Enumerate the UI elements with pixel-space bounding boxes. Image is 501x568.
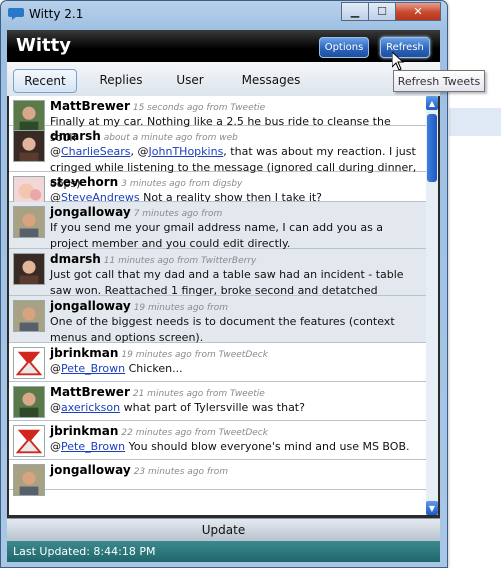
mouse-pointer-icon — [392, 52, 404, 71]
maximize-button[interactable]: ☐ — [368, 2, 395, 21]
mention-link[interactable]: CharlieSears — [61, 145, 131, 158]
tweet-username[interactable]: jongalloway — [50, 205, 131, 219]
scrollbar[interactable]: ▲ ▼ — [426, 96, 438, 515]
tweet-username[interactable]: dmarsh — [50, 129, 101, 143]
tweet-item[interactable]: jongalloway 7 minutes ago from If you send… — [9, 202, 426, 252]
tab-bar: Recent Replies User Messages — [7, 62, 440, 96]
tweet-username[interactable]: jbrinkman — [50, 346, 118, 360]
update-button[interactable]: Update — [7, 518, 440, 541]
avatar[interactable] — [13, 130, 45, 162]
avatar[interactable] — [13, 464, 45, 496]
tweet-item[interactable]: MattBrewer 21 minutes ago from Tweetie @ax… — [9, 382, 426, 421]
scroll-up-arrow-icon[interactable]: ▲ — [426, 96, 438, 110]
app-window: Witty 2.1 ▁ ☐ ✕ Witty Options Refresh Re… — [0, 0, 448, 568]
avatar[interactable] — [13, 206, 45, 238]
tweet-meta: about a minute ago from web — [103, 133, 238, 143]
tweet-text-segment: @ — [50, 362, 61, 375]
refresh-button[interactable]: Refresh — [380, 37, 430, 58]
tweet-text-segment: One of the biggest needs is to document … — [50, 315, 395, 344]
tab-messages[interactable]: Messages — [236, 69, 306, 91]
tweet-meta: 22 minutes ago from TweetDeck — [121, 428, 268, 438]
mention-link[interactable]: Pete_Brown — [61, 440, 125, 453]
tweet-item[interactable]: jongalloway 19 minutes ago from One of the… — [9, 296, 426, 346]
tweet-text: @Pete_Brown Chicken... — [50, 361, 420, 377]
tweet-text-segment: what part of Tylersville was that? — [120, 401, 305, 414]
app-header: Witty Options Refresh — [7, 30, 440, 62]
title-bar[interactable]: Witty 2.1 ▁ ☐ ✕ — [1, 1, 447, 27]
avatar[interactable] — [13, 386, 45, 418]
caption-buttons: ▁ ☐ ✕ — [341, 2, 441, 21]
brand-title: Witty — [16, 35, 71, 56]
tweet-meta: 19 minutes ago from TweetDeck — [121, 350, 268, 360]
avatar[interactable] — [13, 425, 45, 457]
tweet-username[interactable]: dmarsh — [50, 252, 101, 266]
tweet-meta: 11 minutes ago from TwitterBerry — [103, 256, 257, 266]
tweet-item[interactable]: jbrinkman 22 minutes ago from TweetDeck @P… — [9, 421, 426, 460]
tweet-text-segment: , @ — [130, 145, 149, 158]
tweet-username[interactable]: MattBrewer — [50, 385, 130, 399]
tweet-username[interactable]: jbrinkman — [50, 424, 118, 438]
refresh-tooltip: Refresh Tweets — [393, 70, 485, 92]
avatar[interactable] — [13, 253, 45, 285]
tweet-text: If you send me your gmail address name, … — [50, 220, 420, 252]
tweet-meta: 23 minutes ago from — [133, 467, 229, 477]
mention-link[interactable]: JohnTHopkins — [149, 145, 224, 158]
window-title: Witty 2.1 — [29, 7, 84, 21]
tweet-text: One of the biggest needs is to document … — [50, 314, 420, 346]
tab-user[interactable]: User — [170, 69, 210, 91]
tweet-item[interactable]: jongalloway 23 minutes ago from — [9, 460, 426, 496]
tweet-text: @Pete_Brown You should blow everyone's m… — [50, 439, 420, 455]
tweet-item[interactable]: dmarsh 11 minutes ago from TwitterBerry Ju… — [9, 249, 426, 313]
scroll-down-arrow-icon[interactable]: ▼ — [426, 501, 438, 515]
avatar[interactable] — [13, 347, 45, 379]
tweet-item[interactable]: jbrinkman 19 minutes ago from TweetDeck @P… — [9, 343, 426, 382]
status-bar: Last Updated: 8:44:18 PM — [7, 541, 440, 562]
tab-recent[interactable]: Recent — [13, 69, 77, 93]
tweet-text-segment: @ — [50, 145, 61, 158]
tweet-username[interactable]: MattBrewer — [50, 99, 130, 113]
tweet-meta: 3 minutes ago from digsby — [121, 179, 243, 189]
client-area: Witty Options Refresh Recent Replies Use… — [7, 30, 440, 562]
close-button[interactable]: ✕ — [395, 2, 441, 21]
tweet-item[interactable]: dmarsh about a minute ago from web @Charli… — [9, 126, 426, 190]
tweet-username[interactable]: stevehorn — [50, 175, 118, 189]
tweet-meta: 19 minutes ago from — [133, 303, 229, 313]
options-button[interactable]: Options — [319, 37, 369, 58]
background-strip — [449, 108, 501, 136]
tweet-list[interactable]: MattBrewer 15 seconds ago from Tweetie Fin… — [9, 96, 426, 515]
minimize-button[interactable]: ▁ — [341, 2, 368, 21]
tweet-meta: 21 minutes ago from Tweetie — [132, 389, 265, 399]
tweet-text-segment: You should blow everyone's mind and use … — [125, 440, 410, 453]
tweet-username[interactable]: jongalloway — [50, 299, 131, 313]
tab-replies[interactable]: Replies — [93, 69, 149, 91]
tweet-text-segment: If you send me your gmail address name, … — [50, 221, 384, 250]
tweet-meta: 7 minutes ago from — [133, 209, 223, 219]
witty-app-icon — [8, 8, 24, 20]
tweet-text-segment: @ — [50, 401, 61, 414]
avatar[interactable] — [13, 300, 45, 332]
tweet-text-segment: Chicken... — [125, 362, 183, 375]
tweet-text-segment: @ — [50, 440, 61, 453]
tweet-meta: 15 seconds ago from Tweetie — [132, 103, 266, 113]
tweet-item[interactable]: MattBrewer 15 seconds ago from Tweetie Fin… — [9, 96, 426, 144]
tweet-item[interactable]: stevehorn 3 minutes ago from digsby @Steve… — [9, 172, 426, 208]
tweet-text: @axerickson what part of Tylersville was… — [50, 400, 420, 416]
last-updated-text: Last Updated: 8:44:18 PM — [13, 545, 156, 558]
scroll-thumb[interactable] — [427, 114, 437, 182]
mention-link[interactable]: Pete_Brown — [61, 362, 125, 375]
mention-link[interactable]: axerickson — [61, 401, 120, 414]
tweet-username[interactable]: jongalloway — [50, 463, 131, 477]
